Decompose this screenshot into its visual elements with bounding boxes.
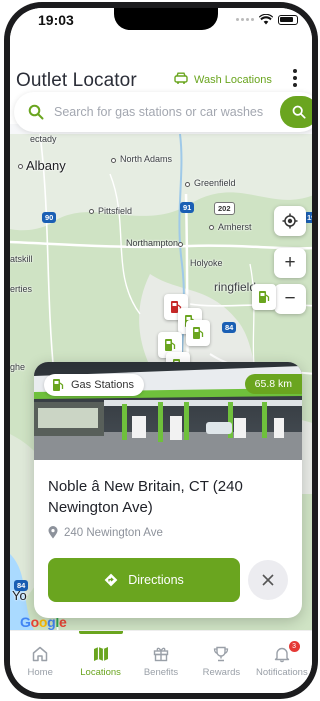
- nav-label: Home: [27, 667, 53, 678]
- wifi-icon: [259, 14, 273, 25]
- search-bar: [14, 92, 312, 132]
- map-label-catskill: atskill: [10, 254, 33, 264]
- crosshair-icon: [282, 213, 298, 229]
- map-icon: [93, 647, 108, 661]
- address-row: 240 Newington Ave: [48, 526, 163, 539]
- route-shield: 84: [222, 322, 237, 333]
- gas-station-marker[interactable]: [186, 320, 210, 346]
- map-label-holyoke: Holyoke: [190, 258, 223, 268]
- location-card[interactable]: Gas Stations 65.8 km Noble â New Britain…: [34, 362, 302, 618]
- minus-icon: −: [284, 288, 296, 309]
- search-input[interactable]: [54, 105, 276, 119]
- battery-icon: [278, 14, 298, 25]
- close-card-button[interactable]: [248, 560, 288, 600]
- notch: [114, 8, 218, 30]
- nav-label: Rewards: [202, 667, 241, 678]
- gas-station-marker[interactable]: [252, 284, 276, 310]
- bell-icon: [274, 647, 290, 663]
- city-dot: [178, 242, 183, 247]
- map-label-pittsfield: Pittsfield: [98, 206, 133, 216]
- signal-icon: [236, 18, 254, 21]
- fuel-pump-icon: [53, 379, 64, 391]
- search-button[interactable]: [280, 96, 312, 128]
- screen: 19:03 Outlet Locator Wash Locations Sear…: [10, 8, 312, 693]
- map-label-albany: Albany: [26, 158, 66, 173]
- my-location-button[interactable]: [274, 206, 306, 236]
- map-label-greenfield: Greenfield: [194, 178, 236, 188]
- bottom-nav: Home Locations Benefits Rewards 3 Notifi…: [10, 630, 312, 693]
- zoom-out-button[interactable]: −: [274, 284, 306, 314]
- home-icon: [32, 646, 48, 662]
- route-shield: 84: [14, 580, 29, 591]
- route-shield: 202: [214, 202, 235, 215]
- location-pin-icon: [48, 526, 58, 539]
- nav-item-benefits[interactable]: Benefits: [131, 631, 191, 693]
- route-shield: 90: [42, 212, 57, 223]
- notification-badge: 3: [288, 641, 300, 652]
- status-bar: 19:03: [10, 8, 312, 34]
- nav-item-notifications[interactable]: 3 Notifications: [252, 631, 312, 693]
- status-time: 19:03: [38, 12, 74, 28]
- zoom-in-button[interactable]: +: [274, 248, 306, 278]
- gift-icon: [153, 647, 169, 662]
- status-icons: [236, 14, 298, 25]
- fuel-pump-icon: [165, 339, 176, 351]
- car-wash-icon: [174, 72, 188, 87]
- nav-label: Locations: [80, 667, 121, 678]
- category-chip: Gas Stations: [44, 374, 144, 396]
- city-dot: [18, 164, 23, 169]
- directions-label: Directions: [128, 573, 184, 587]
- map-label-amherst: Amherst: [218, 222, 252, 232]
- nav-item-rewards[interactable]: Rewards: [191, 631, 251, 693]
- map-label: ectady: [30, 134, 57, 144]
- page-title: Outlet Locator: [16, 70, 137, 91]
- city-dot: [89, 209, 94, 214]
- station-address: 240 Newington Ave: [64, 526, 163, 539]
- search-icon: [28, 104, 44, 120]
- close-icon: [262, 574, 274, 586]
- map-label-northampton: Northampton: [126, 238, 179, 248]
- city-dot: [209, 225, 214, 230]
- more-menu-icon[interactable]: [292, 69, 298, 87]
- fuel-pump-icon: [193, 327, 204, 339]
- route-shield: 91: [180, 202, 195, 213]
- map-label-partial: ghe: [10, 362, 26, 372]
- nav-label: Benefits: [143, 667, 179, 678]
- nav-label: Notifications: [255, 667, 308, 678]
- directions-icon: [104, 573, 118, 587]
- directions-button[interactable]: Directions: [48, 558, 240, 602]
- category-label: Gas Stations: [71, 379, 134, 391]
- map-label-properties: erties: [10, 284, 33, 294]
- search-button-icon: [292, 105, 306, 119]
- city-dot: [111, 158, 116, 163]
- distance-badge: 65.8 km: [244, 374, 302, 394]
- city-dot: [185, 182, 190, 187]
- plus-icon: +: [284, 252, 296, 273]
- wash-locations-label: Wash Locations: [194, 73, 272, 86]
- station-name: Noble â New Britain, CT (240 Newington A…: [48, 478, 243, 516]
- nav-item-home[interactable]: Home: [10, 631, 70, 693]
- fuel-pump-icon: [259, 291, 270, 303]
- phone-frame: 19:03 Outlet Locator Wash Locations Sear…: [4, 2, 318, 699]
- map-label-springfield: ringfield: [214, 280, 257, 294]
- trophy-icon: [214, 646, 229, 662]
- wash-locations-link[interactable]: Wash Locations: [174, 72, 272, 87]
- map-label-north-adams: North Adams: [120, 154, 173, 164]
- nav-item-locations[interactable]: Locations: [70, 631, 130, 693]
